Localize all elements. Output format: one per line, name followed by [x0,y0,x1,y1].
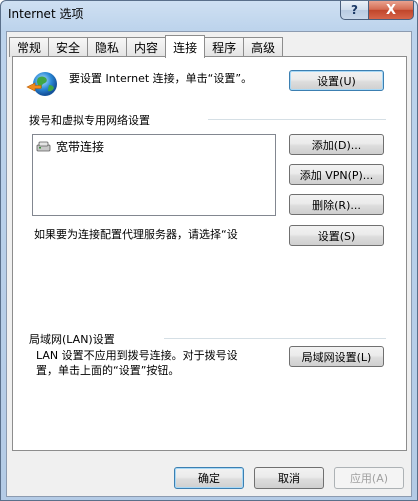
help-icon: ? [351,3,358,17]
ok-button[interactable]: 确定 [174,467,244,489]
cancel-button[interactable]: 取消 [254,467,324,489]
connection-name: 宽带连接 [56,140,105,154]
lan-settings-button[interactable]: 局域网设置(L) [289,346,384,367]
connections-listbox[interactable]: 宽带连接 [32,134,276,216]
proxy-description: 如果要为连接配置代理服务器，请选择“设 [34,228,238,241]
window-title: Internet 选项 [8,7,84,21]
internet-setup-description: 要设置 Internet 连接，单击“设置”。 [69,72,253,85]
tab-label: 安全 [56,41,81,55]
apply-button[interactable]: 应用(A) [334,467,404,489]
add-vpn-button-label: 添加 VPN(P)... [299,168,374,182]
tab-label: 程序 [212,41,237,55]
cancel-button-label: 取消 [278,472,300,485]
lan-button-label: 局域网设置(L) [301,350,372,364]
connection-settings-button[interactable]: 设置(S) [289,225,384,246]
close-button[interactable]: X [368,1,414,20]
help-button[interactable]: ? [340,1,369,20]
lan-description: LAN 设置不应用到拨号连接。对于拨号设置，单击上面的“设置”按钮。 [36,349,238,377]
tab-privacy[interactable]: 隐私 [87,37,128,57]
tab-label: 连接 [173,40,198,55]
add-connection-button[interactable]: 添加(D)... [289,134,384,155]
close-icon: X [385,2,397,18]
tab-connections[interactable]: 连接 [165,35,206,58]
divider [208,119,386,120]
dialup-group-label: 拨号和虚拟专用网络设置 [29,112,154,128]
tab-label: 隐私 [95,41,120,55]
list-item[interactable]: 宽带连接 [36,138,104,155]
divider [164,338,386,339]
internet-globe-icon [26,72,57,96]
setup-button[interactable]: 设置(U) [289,70,384,91]
tab-security[interactable]: 安全 [48,37,89,57]
settings-button-label: 设置(S) [317,229,356,243]
tab-content[interactable]: 内容 [126,37,167,57]
lan-group-label: 局域网(LAN)设置 [29,331,119,347]
tab-label: 常规 [17,41,42,55]
tab-bar: 常规 安全 隐私 内容 连接 程序 高级 [9,35,284,58]
add-vpn-button[interactable]: 添加 VPN(P)... [289,164,384,185]
apply-button-label: 应用(A) [349,472,389,485]
add-button-label: 添加(D)... [311,138,362,152]
setup-button-label: 设置(U) [317,74,356,88]
remove-connection-button[interactable]: 删除(R)... [289,194,384,215]
broadband-connection-icon [36,141,51,151]
tab-general[interactable]: 常规 [9,37,50,57]
tab-label: 内容 [134,41,159,55]
tab-programs[interactable]: 程序 [204,37,245,57]
tab-advanced[interactable]: 高级 [243,37,284,57]
tab-label: 高级 [251,41,276,55]
remove-button-label: 删除(R)... [312,198,361,212]
ok-button-label: 确定 [198,472,220,485]
